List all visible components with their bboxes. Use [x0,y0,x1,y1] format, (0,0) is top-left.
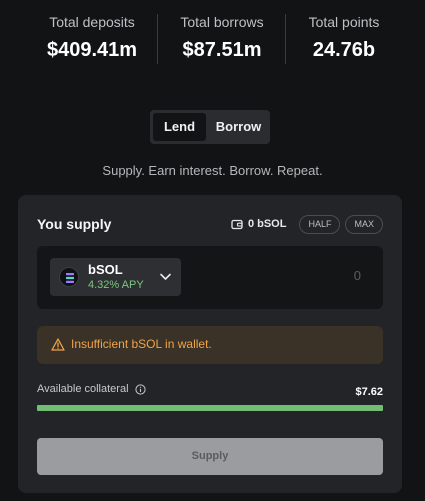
stats-bar: Total deposits $409.41m Total borrows $8… [0,0,425,70]
info-icon[interactable] [134,383,146,395]
chevron-down-icon [160,273,171,280]
max-button[interactable]: MAX [345,214,383,234]
bsol-logo [59,267,79,287]
insufficient-balance-warning: Insufficient bSOL in wallet. [37,326,383,364]
collateral-label: Available collateral [37,383,129,395]
token-name: bSOL [88,262,123,277]
stat-value: $87.51m [182,39,262,61]
warning-icon [51,338,65,351]
stat-label: Total points [308,14,380,30]
stat-label: Total borrows [180,14,264,30]
stat-label: Total deposits [49,14,135,30]
wallet-balance-group: 0 bSOL HALF MAX [231,214,383,234]
half-button[interactable]: HALF [299,214,341,234]
collateral-bar [37,405,383,411]
supply-button[interactable]: Supply [37,438,383,475]
tab-lend[interactable]: Lend [153,113,206,141]
collateral-label-group: Available collateral [37,383,146,395]
stat-total-borrows: Total borrows $87.51m [175,14,269,66]
amount-input[interactable]: 0 [354,268,361,283]
collateral-value: $7.62 [355,386,383,398]
token-selector[interactable]: bSOL 4.32% APY [50,258,181,296]
wallet-icon [231,219,243,230]
stat-total-points: Total points 24.76b [304,14,384,66]
divider [157,14,158,64]
bsol-logo-mark [66,273,74,283]
tab-borrow[interactable]: Borrow [210,113,267,141]
collateral-bar-fill [37,405,383,411]
lend-borrow-toggle: Lend Borrow [150,110,270,144]
supply-input-box: bSOL 4.32% APY 0 [37,246,383,309]
tagline: Supply. Earn interest. Borrow. Repeat. [102,163,323,178]
divider [285,14,286,64]
stat-value: $409.41m [46,39,138,61]
warning-text: Insufficient bSOL in wallet. [71,337,212,351]
panel-title: You supply [37,216,112,232]
token-apy: 4.32% APY [88,279,144,291]
wallet-balance: 0 bSOL [247,218,287,230]
stat-value: 24.76b [312,39,376,61]
supply-panel: You supply 0 bSOL HALF MAX bSOL 4.32% AP… [18,195,402,493]
stat-total-deposits: Total deposits $409.41m [40,14,144,66]
